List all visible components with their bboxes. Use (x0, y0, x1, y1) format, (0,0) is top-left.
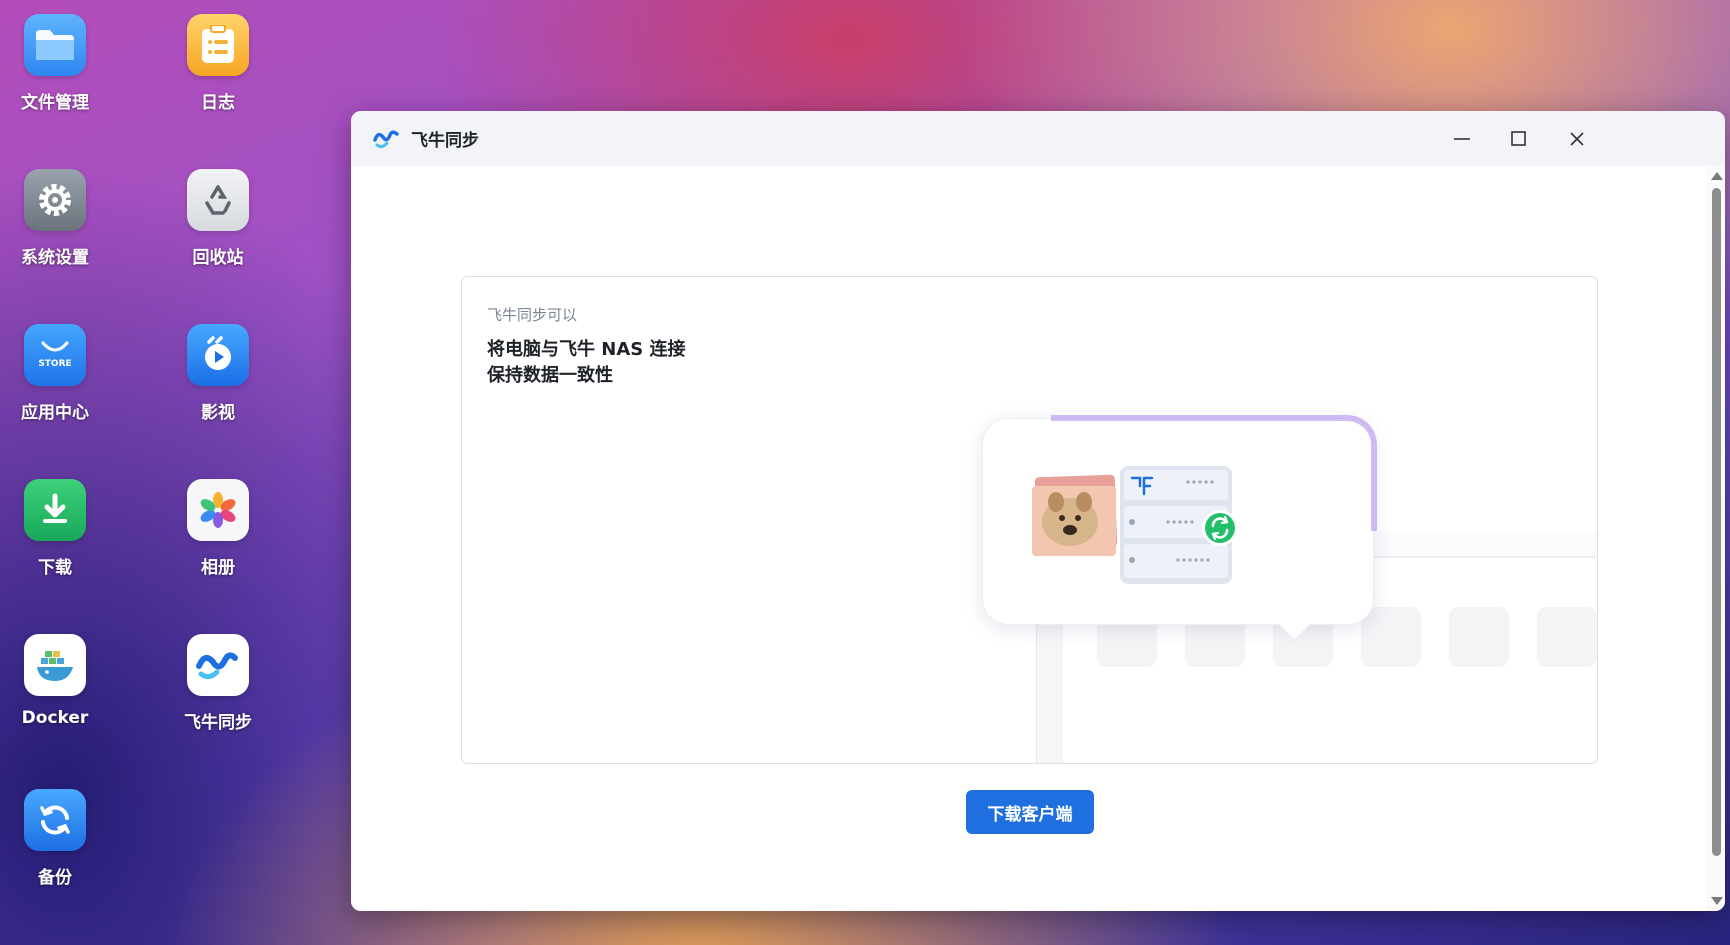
scroll-up-icon[interactable] (1711, 172, 1723, 180)
maximize-button[interactable] (1503, 123, 1535, 155)
intro-kicker: 飞牛同步可以 (487, 306, 578, 324)
close-button[interactable] (1561, 123, 1593, 155)
scroll-thumb[interactable] (1712, 188, 1721, 856)
sync-illustration-bubble (982, 415, 1377, 641)
desktop-icon-docker[interactable]: Docker (0, 634, 130, 728)
recycle-bin-icon (187, 169, 249, 231)
minimize-icon (1454, 138, 1470, 140)
desktop-icon-sync[interactable]: 飞牛同步 (143, 634, 293, 733)
desktop-icon-label: 应用中心 (21, 403, 89, 423)
maximize-icon (1511, 131, 1526, 146)
minimize-button[interactable] (1446, 123, 1478, 155)
mockup-slot (1449, 607, 1509, 667)
close-icon (1570, 132, 1584, 146)
vertical-scrollbar[interactable] (1707, 166, 1725, 911)
desktop-icon-download[interactable]: 下载 (0, 479, 130, 578)
desktop-icon-store[interactable]: STORE 应用中心 (0, 324, 130, 423)
video-icon (187, 324, 249, 386)
store-badge-text: STORE (38, 359, 72, 369)
desktop-icon-label: Docker (21, 708, 89, 728)
download-icon (24, 479, 86, 541)
log-icon (187, 14, 249, 76)
intro-headline-line1: 将电脑与飞牛 NAS 连接 (487, 339, 686, 360)
window-title: 飞牛同步 (411, 131, 479, 151)
desktop-icon-label: 相册 (201, 558, 235, 578)
scroll-down-icon[interactable] (1711, 897, 1723, 905)
desktop-icon-photos[interactable]: 相册 (143, 479, 293, 578)
desktop-icon-label: 下载 (38, 558, 72, 578)
sync-app-icon (187, 634, 249, 696)
desktop-icon-label: 系统设置 (21, 248, 89, 268)
download-client-button[interactable]: 下载客户端 (966, 790, 1094, 834)
sync-app-icon (373, 130, 399, 148)
mockup-slot (1537, 607, 1597, 667)
photos-icon (187, 479, 249, 541)
desktop-icon-video[interactable]: 影视 (143, 324, 293, 423)
desktop-icon-recycle[interactable]: 回收站 (143, 169, 293, 268)
desktop-icon-files[interactable]: 文件管理 (0, 14, 130, 113)
desktop-icon-label: 飞牛同步 (184, 713, 252, 733)
desktop-icon-label: 文件管理 (21, 93, 89, 113)
desktop-icon-label: 回收站 (192, 248, 244, 268)
folder-icon (24, 14, 86, 76)
backup-icon (24, 789, 86, 851)
desktop-icon-log[interactable]: 日志 (143, 14, 293, 113)
main-content: 飞牛同步可以 将电脑与飞牛 NAS 连接 保持数据一致性 下载客户端 (351, 166, 1725, 911)
gear-icon (24, 169, 86, 231)
desktop-icon-label: 影视 (201, 403, 235, 423)
title-bar[interactable]: 飞牛同步 (351, 111, 1725, 166)
mockup-slot (1361, 607, 1421, 667)
nas-sync-illustration (1032, 466, 1238, 584)
docker-icon (24, 634, 86, 696)
desktop-icon-settings[interactable]: 系统设置 (0, 169, 130, 268)
desktop-icon-label: 日志 (201, 93, 235, 113)
intro-headline-line2: 保持数据一致性 (487, 365, 613, 386)
store-icon: STORE (24, 324, 86, 386)
desktop-icon-backup[interactable]: 备份 (0, 789, 130, 888)
sync-app-window: 飞牛同步 飞牛同步可以 将电脑与飞牛 NAS 连接 保持数据一致性 下载客户端 (351, 111, 1725, 911)
intro-card: 飞牛同步可以 将电脑与飞牛 NAS 连接 保持数据一致性 (461, 276, 1598, 764)
desktop-icon-label: 备份 (38, 868, 72, 888)
